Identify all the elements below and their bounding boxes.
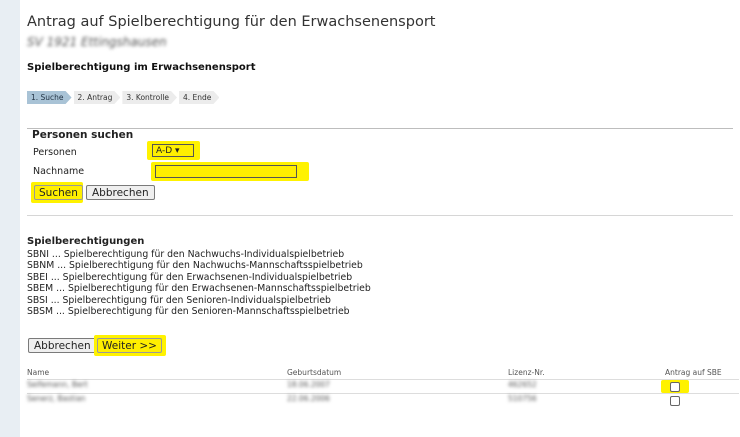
cell-birthdate: 18.06.2007 — [287, 380, 330, 389]
page: Antrag auf Spielberechtigung für den Erw… — [20, 0, 740, 437]
step-check: 3. Kontrolle — [122, 91, 177, 104]
next-button-highlight: Weiter >> — [94, 335, 166, 356]
next-button[interactable]: Weiter >> — [97, 338, 162, 353]
section-title: Spielberechtigung im Erwachsenensport — [27, 62, 256, 73]
nachname-input-highlight — [151, 162, 309, 181]
search-button-highlight: Suchen — [31, 182, 83, 203]
search-fieldset — [27, 128, 733, 216]
codes-title: Spielberechtigungen — [27, 236, 145, 247]
code-item: SBSM ... Spielberechtigung für den Senio… — [27, 306, 350, 318]
header-birthdate: Geburtsdatum — [287, 368, 342, 377]
cell-name: Seifemann, Bert — [27, 380, 88, 389]
personen-label: Personen — [33, 147, 77, 158]
cell-name: Senerz, Bastian — [27, 394, 86, 403]
personen-select[interactable]: A-D ▾ — [152, 144, 194, 157]
search-button[interactable]: Suchen — [34, 185, 83, 200]
sbe-checkbox-highlight — [661, 380, 689, 393]
sbe-checkbox[interactable] — [670, 396, 680, 406]
step-application: 2. Antrag — [74, 91, 121, 104]
table-header: Name Geburtsdatum Lizenz-Nr. Antrag auf … — [27, 368, 739, 379]
header-sbe-request: Antrag auf SBE — [665, 368, 722, 377]
code-item: SBSI ... Spielberechtigung für den Senio… — [27, 294, 331, 306]
sbe-checkbox-wrap — [661, 394, 689, 407]
cancel-search-button[interactable]: Abbrechen — [86, 185, 155, 200]
wizard-steps: 1. Suche 2. Antrag 3. Kontrolle 4. Ende — [27, 91, 221, 104]
cell-birthdate: 22.06.2006 — [287, 394, 330, 403]
sbe-checkbox[interactable] — [670, 382, 680, 392]
nachname-input[interactable] — [155, 165, 297, 178]
code-item: SBEI ... Spielberechtigung für den Erwac… — [27, 271, 353, 283]
page-title: Antrag auf Spielberechtigung für den Erw… — [27, 14, 436, 30]
chevron-down-icon: ▾ — [175, 146, 180, 156]
code-item: SBNM ... Spielberechtigung für den Nachw… — [27, 260, 363, 272]
code-item: SBEM ... Spielberechtigung für den Erwac… — [27, 283, 371, 295]
header-name: Name — [27, 368, 50, 377]
table-row: Seifemann, Bert 18.06.2007 462652 — [27, 379, 739, 393]
club-name: SV 1921 Ettingshausen — [27, 35, 167, 49]
header-license: Lizenz-Nr. — [508, 368, 545, 377]
step-search: 1. Suche — [27, 91, 72, 104]
results-table: Name Geburtsdatum Lizenz-Nr. Antrag auf … — [27, 368, 739, 407]
search-legend: Personen suchen — [30, 129, 136, 141]
code-item: SBNI ... Spielberechtigung für den Nachw… — [27, 249, 345, 260]
cell-license: 510756 — [508, 394, 537, 403]
table-row: Senerz, Bastian 22.06.2006 510756 — [27, 393, 739, 407]
step-end: 4. Ende — [179, 91, 219, 104]
personen-select-highlight: A-D ▾ — [147, 141, 200, 160]
cell-license: 462652 — [508, 380, 537, 389]
nachname-label: Nachname — [33, 166, 85, 177]
codes-list: SBNI ... Spielberechtigung für den Nachw… — [27, 249, 371, 317]
cancel-button[interactable]: Abbrechen — [28, 338, 97, 353]
